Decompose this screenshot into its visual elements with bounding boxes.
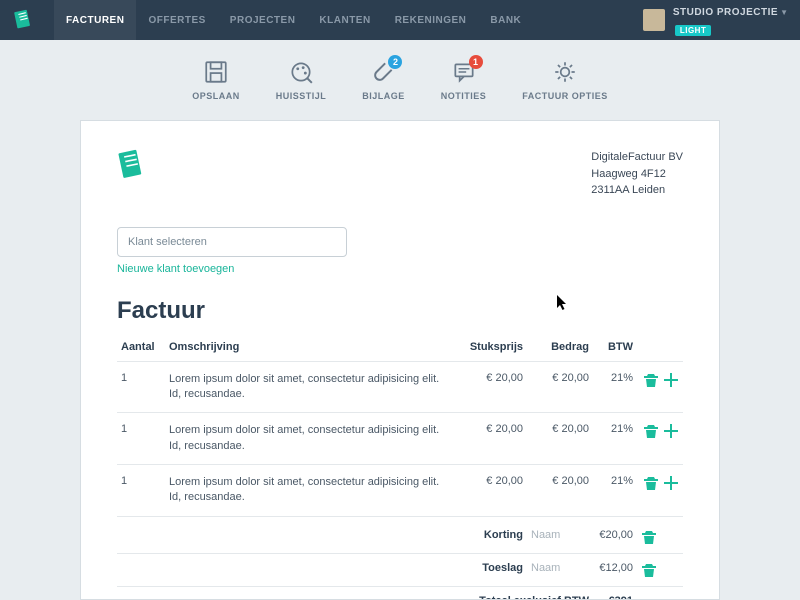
- badge-icon: 2: [388, 55, 402, 69]
- cell-unit[interactable]: € 20,00: [457, 413, 527, 465]
- user-menu[interactable]: STUDIO PROJECTIE▼ LIGHT: [643, 2, 788, 38]
- invoice-table: Aantal Omschrijving Stuksprijs Bedrag BT…: [117, 335, 683, 600]
- cell-vat[interactable]: 21%: [593, 413, 637, 465]
- cell-amount: € 20,00: [527, 465, 593, 517]
- cell-unit[interactable]: € 20,00: [457, 361, 527, 413]
- col-desc: Omschrijving: [165, 335, 457, 362]
- subtotal-label: Totaal exclusief BTW: [457, 586, 593, 600]
- col-unit: Stuksprijs: [457, 335, 527, 362]
- add-row-button[interactable]: [663, 372, 679, 388]
- discount-value: €20,00: [593, 516, 637, 553]
- discount-label: Korting: [457, 516, 527, 553]
- user-name: STUDIO PROJECTIE: [673, 7, 778, 18]
- cell-desc[interactable]: Lorem ipsum dolor sit amet, consectetur …: [165, 465, 457, 517]
- delete-row-button[interactable]: [643, 372, 659, 388]
- palette-icon: [288, 59, 314, 85]
- col-qty: Aantal: [117, 335, 165, 362]
- clip-icon: 2: [370, 59, 396, 85]
- chevron-down-icon: ▼: [780, 8, 788, 17]
- tool-note[interactable]: 1NOTITIES: [441, 59, 487, 101]
- document-logo-icon: [117, 149, 145, 181]
- col-vat: BTW: [593, 335, 637, 362]
- add-client-link[interactable]: Nieuwe klant toevoegen: [117, 263, 683, 275]
- add-row-button[interactable]: [663, 475, 679, 491]
- add-row-button[interactable]: [663, 423, 679, 439]
- nav-bank[interactable]: BANK: [478, 0, 533, 40]
- nav-projecten[interactable]: PROJECTEN: [218, 0, 308, 40]
- nav-rekeningen[interactable]: REKENINGEN: [383, 0, 479, 40]
- delete-row-button[interactable]: [643, 423, 659, 439]
- cell-desc[interactable]: Lorem ipsum dolor sit amet, consectetur …: [165, 361, 457, 413]
- invoice-sheet: DigitaleFactuur BV Haagweg 4F12 2311AA L…: [80, 120, 720, 600]
- delete-surcharge-button[interactable]: [641, 562, 657, 578]
- cell-vat[interactable]: 21%: [593, 361, 637, 413]
- nav-facturen[interactable]: FACTUREN: [54, 0, 136, 40]
- plan-badge: LIGHT: [675, 25, 712, 36]
- invoice-title: Factuur: [117, 297, 683, 325]
- app-logo-icon: [12, 9, 34, 31]
- gear-icon: [552, 59, 578, 85]
- surcharge-value: €12,00: [593, 553, 637, 586]
- cell-amount: € 20,00: [527, 413, 593, 465]
- delete-row-button[interactable]: [643, 475, 659, 491]
- tool-save[interactable]: OPSLAAN: [192, 59, 240, 101]
- nav-offertes[interactable]: OFFERTES: [136, 0, 217, 40]
- tool-gear[interactable]: FACTUUR OPTIES: [522, 59, 608, 101]
- cell-amount: € 20,00: [527, 361, 593, 413]
- top-navbar: FACTURENOFFERTESPROJECTENKLANTENREKENING…: [0, 0, 800, 40]
- company-address: DigitaleFactuur BV Haagweg 4F12 2311AA L…: [591, 149, 683, 199]
- badge-icon: 1: [469, 55, 483, 69]
- discount-name[interactable]: Naam: [527, 516, 593, 553]
- tool-palette[interactable]: HUISSTIJL: [276, 59, 327, 101]
- table-row: 1Lorem ipsum dolor sit amet, consectetur…: [117, 361, 683, 413]
- cell-desc[interactable]: Lorem ipsum dolor sit amet, consectetur …: [165, 413, 457, 465]
- delete-discount-button[interactable]: [641, 529, 657, 545]
- table-row: 1Lorem ipsum dolor sit amet, consectetur…: [117, 465, 683, 517]
- surcharge-name[interactable]: Naam: [527, 553, 593, 586]
- nav-klanten[interactable]: KLANTEN: [307, 0, 382, 40]
- surcharge-label: Toeslag: [457, 553, 527, 586]
- save-icon: [203, 59, 229, 85]
- client-select-input[interactable]: Klant selecteren: [117, 227, 347, 257]
- avatar: [643, 9, 665, 31]
- col-amount: Bedrag: [527, 335, 593, 362]
- cell-unit[interactable]: € 20,00: [457, 465, 527, 517]
- cell-qty[interactable]: 1: [117, 361, 165, 413]
- note-icon: 1: [451, 59, 477, 85]
- tool-clip[interactable]: 2BIJLAGE: [362, 59, 405, 101]
- subtotal-value: €391: [593, 586, 637, 600]
- table-row: 1Lorem ipsum dolor sit amet, consectetur…: [117, 413, 683, 465]
- cell-vat[interactable]: 21%: [593, 465, 637, 517]
- cell-qty[interactable]: 1: [117, 465, 165, 517]
- cell-qty[interactable]: 1: [117, 413, 165, 465]
- action-toolbar: OPSLAAN HUISSTIJL 2BIJLAGE 1NOTITIES FACTUUR…: [0, 40, 800, 120]
